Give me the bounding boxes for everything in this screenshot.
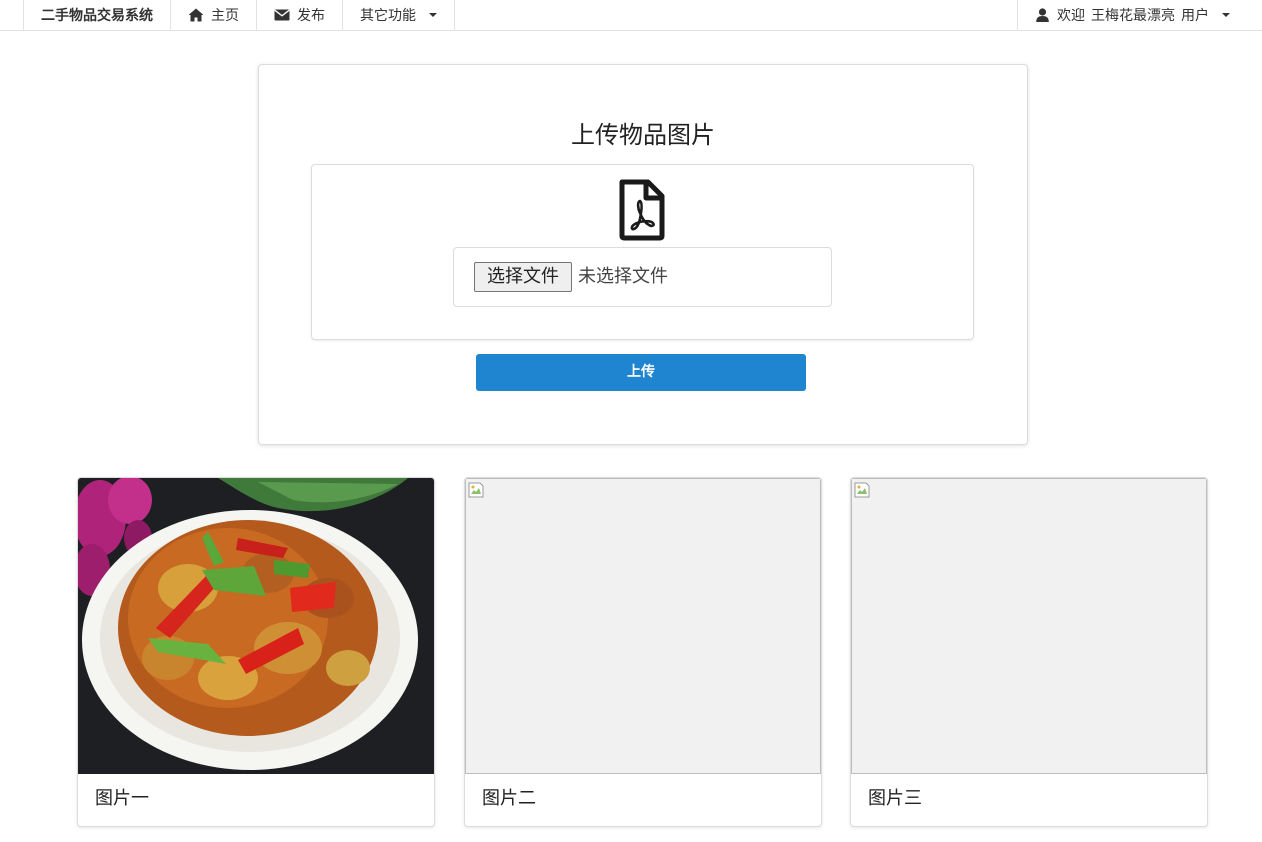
image-caption: 图片二 [482, 788, 536, 809]
image-caption: 图片一 [95, 788, 149, 809]
nav-item-publish-label: 发布 [297, 8, 325, 24]
image-card[interactable]: 图片一 [77, 477, 435, 827]
file-status-text: 未选择文件 [578, 266, 668, 287]
nav-dropdown-other-label: 其它功能 [360, 8, 416, 24]
user-greeting: 欢迎 [1057, 8, 1085, 24]
pdf-file-icon [619, 179, 665, 241]
nav-item-home[interactable]: 主页 [170, 0, 256, 30]
user-icon [1036, 8, 1049, 22]
envelope-icon [274, 9, 290, 21]
broken-image-placeholder [851, 478, 1207, 774]
user-role: 用户 [1181, 8, 1209, 24]
upload-panel: 上传物品图片 选择文件 未选择文件 上传 [258, 64, 1028, 445]
user-name: 王梅花最漂亮 [1091, 8, 1175, 24]
nav-item-home-label: 主页 [211, 8, 239, 24]
top-navbar: 二手物品交易系统 主页 发布 其它功能 欢迎 王梅花最漂亮 用户 [0, 0, 1262, 31]
dish-photo [78, 478, 434, 774]
chevron-down-icon [1222, 13, 1230, 17]
home-icon [188, 8, 204, 22]
broken-image-icon [854, 482, 870, 498]
nav-left-group: 二手物品交易系统 主页 发布 其它功能 [23, 0, 455, 30]
upload-title: 上传物品图片 [571, 121, 715, 149]
chevron-down-icon [429, 13, 437, 17]
upload-drop-zone: 选择文件 未选择文件 [311, 164, 974, 340]
brand-label: 二手物品交易系统 [41, 8, 153, 24]
nav-item-publish[interactable]: 发布 [256, 0, 342, 30]
image-caption: 图片三 [868, 788, 922, 809]
file-input-group: 选择文件 未选择文件 [453, 247, 832, 307]
choose-file-button[interactable]: 选择文件 [474, 262, 572, 292]
user-menu[interactable]: 欢迎 王梅花最漂亮 用户 [1017, 0, 1230, 30]
broken-image-placeholder [465, 478, 821, 774]
image-card[interactable]: 图片二 [464, 477, 822, 827]
brand-link[interactable]: 二手物品交易系统 [23, 0, 170, 30]
broken-image-icon [468, 482, 484, 498]
image-card[interactable]: 图片三 [850, 477, 1208, 827]
upload-submit-button[interactable]: 上传 [476, 354, 806, 391]
nav-dropdown-other[interactable]: 其它功能 [342, 0, 455, 30]
